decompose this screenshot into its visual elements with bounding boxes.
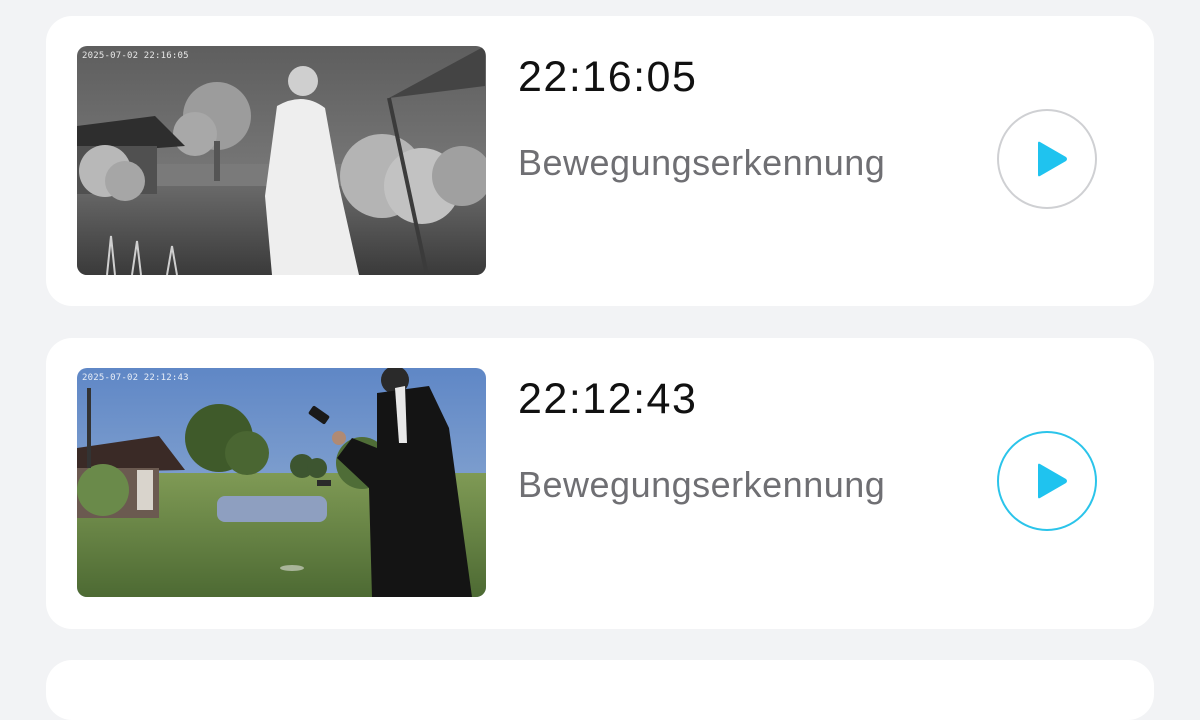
play-button[interactable] bbox=[997, 109, 1097, 209]
event-card[interactable]: 2025-07-02 22:12:43 22:12:43 Bewegungser… bbox=[46, 338, 1154, 629]
play-button[interactable] bbox=[997, 431, 1097, 531]
event-card[interactable] bbox=[46, 660, 1154, 720]
event-type-label: Bewegungserkennung bbox=[518, 142, 886, 183]
event-card[interactable]: 2025-07-02 22:16:05 22:16:05 Bewegungser… bbox=[46, 16, 1154, 306]
video-timestamp-overlay: 2025-07-02 22:16:05 bbox=[82, 51, 189, 61]
color-snapshot-image bbox=[77, 368, 486, 597]
event-time: 22:16:05 bbox=[518, 53, 698, 101]
event-type-label: Bewegungserkennung bbox=[518, 464, 886, 505]
event-thumbnail[interactable]: 2025-07-02 22:12:43 bbox=[77, 368, 486, 597]
event-time: 22:12:43 bbox=[518, 375, 698, 423]
play-icon bbox=[1038, 141, 1067, 177]
play-icon bbox=[1038, 463, 1067, 499]
video-timestamp-overlay: 2025-07-02 22:12:43 bbox=[82, 373, 189, 383]
event-thumbnail[interactable]: 2025-07-02 22:16:05 bbox=[77, 46, 486, 275]
night-vision-snapshot-image bbox=[77, 46, 486, 275]
